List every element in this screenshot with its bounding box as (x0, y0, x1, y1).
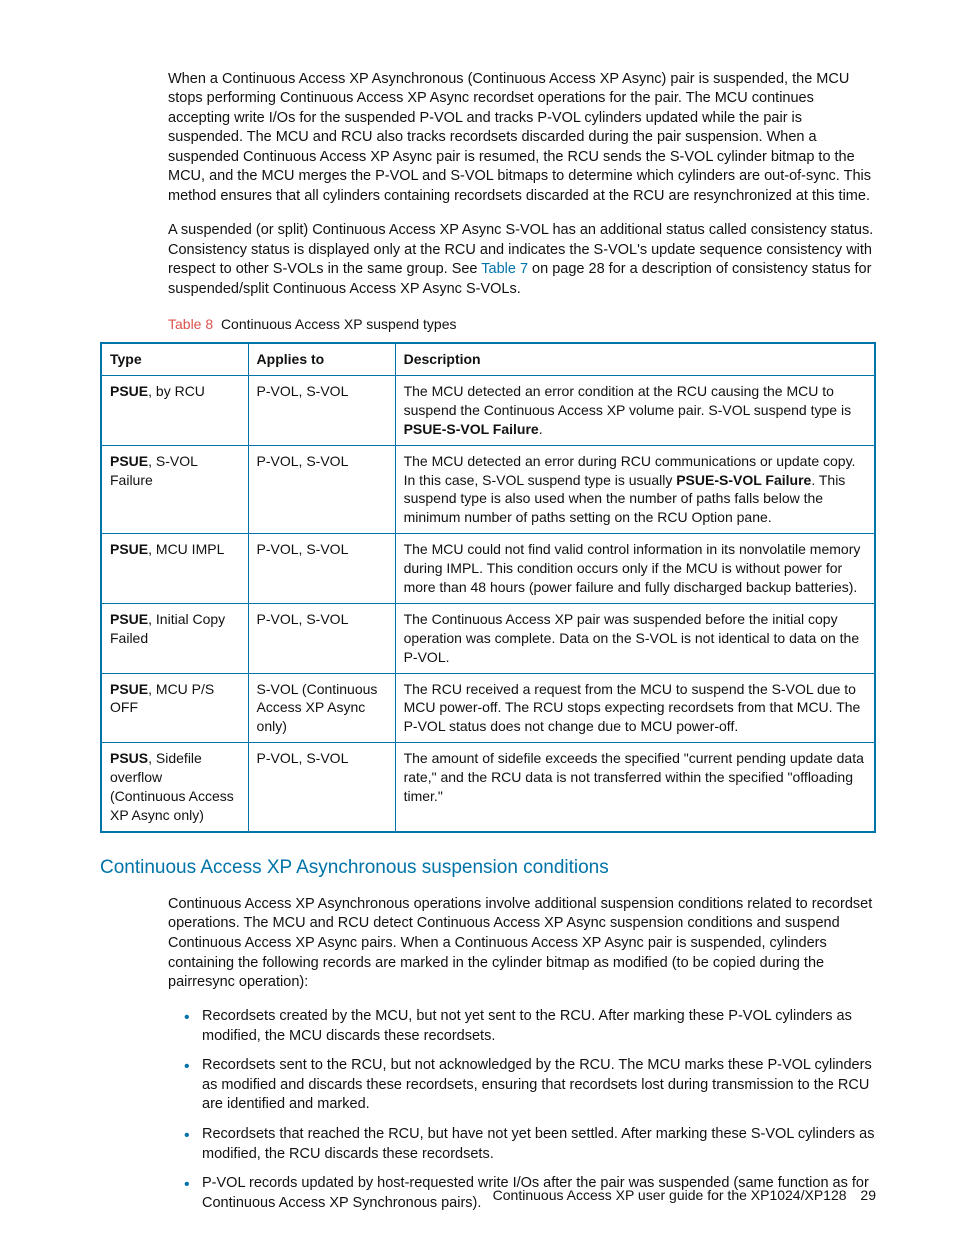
page-footer: Continuous Access XP user guide for the … (493, 1186, 876, 1205)
cell-desc: The Continuous Access XP pair was suspen… (395, 603, 875, 673)
cell-applies: P-VOL, S-VOL (248, 743, 395, 832)
page-number: 29 (860, 1187, 876, 1203)
cell-applies: P-VOL, S-VOL (248, 375, 395, 445)
cell-type: PSUE, Initial Copy Failed (101, 603, 248, 673)
col-description: Description (395, 343, 875, 375)
desc-pre: The MCU detected an error condition at t… (404, 383, 851, 418)
desc-bold: PSUE-S-VOL Failure (404, 421, 539, 437)
page-container: When a Continuous Access XP Asynchronous… (0, 0, 954, 1235)
type-rest: , MCU IMPL (148, 541, 224, 557)
cell-applies: P-VOL, S-VOL (248, 534, 395, 604)
table-8-label: Table 8 (168, 316, 213, 332)
table-header-row: Type Applies to Description (101, 343, 875, 375)
cell-type: PSUE, MCU IMPL (101, 534, 248, 604)
desc-post: . (539, 421, 543, 437)
paragraph-2: A suspended (or split) Continuous Access… (168, 221, 876, 299)
list-item: Recordsets created by the MCU, but not y… (188, 1007, 876, 1046)
table-row: PSUE, S-VOL Failure P-VOL, S-VOL The MCU… (101, 445, 875, 534)
table-8-title: Continuous Access XP suspend types (221, 316, 457, 332)
desc-bold: PSUE-S-VOL Failure (676, 472, 811, 488)
type-bold: PSUE (110, 541, 148, 557)
type-rest: , by RCU (148, 383, 205, 399)
paragraph-3: Continuous Access XP Asynchronous operat… (168, 895, 876, 993)
table-7-link[interactable]: Table 7 (481, 261, 528, 277)
cell-desc: The amount of sidefile exceeds the speci… (395, 743, 875, 832)
type-bold: PSUE (110, 611, 148, 627)
type-bold: PSUE (110, 453, 148, 469)
col-applies: Applies to (248, 343, 395, 375)
cell-applies: P-VOL, S-VOL (248, 445, 395, 534)
table-8-caption: Table 8 Continuous Access XP suspend typ… (168, 315, 876, 334)
desc-pre: The Continuous Access XP pair was suspen… (404, 611, 860, 665)
desc-pre: The amount of sidefile exceeds the speci… (404, 750, 864, 804)
table-row: PSUE, MCU IMPL P-VOL, S-VOL The MCU coul… (101, 534, 875, 604)
cell-type: PSUE, by RCU (101, 375, 248, 445)
cell-type: PSUS, Sidefile overflow (Continuous Acce… (101, 743, 248, 832)
cell-desc: The MCU detected an error condition at t… (395, 375, 875, 445)
desc-pre: The MCU could not find valid control inf… (404, 541, 861, 595)
type-bold: PSUS (110, 750, 148, 766)
footer-title: Continuous Access XP user guide for the … (493, 1187, 847, 1203)
table-row: PSUE, by RCU P-VOL, S-VOL The MCU detect… (101, 375, 875, 445)
cell-applies: S-VOL (Continuous Access XP Async only) (248, 673, 395, 743)
list-item: Recordsets sent to the RCU, but not ackn… (188, 1056, 876, 1115)
table-row: PSUS, Sidefile overflow (Continuous Acce… (101, 743, 875, 832)
section-heading-suspension-conditions: Continuous Access XP Asynchronous suspen… (100, 855, 876, 881)
col-type: Type (101, 343, 248, 375)
cell-desc: The RCU received a request from the MCU … (395, 673, 875, 743)
suspend-types-table: Type Applies to Description PSUE, by RCU… (100, 342, 876, 833)
table-row: PSUE, Initial Copy Failed P-VOL, S-VOL T… (101, 603, 875, 673)
list-item: Recordsets that reached the RCU, but hav… (188, 1125, 876, 1164)
desc-pre: The RCU received a request from the MCU … (404, 681, 861, 735)
cell-type: PSUE, S-VOL Failure (101, 445, 248, 534)
cell-desc: The MCU could not find valid control inf… (395, 534, 875, 604)
cell-type: PSUE, MCU P/S OFF (101, 673, 248, 743)
paragraph-1: When a Continuous Access XP Asynchronous… (168, 70, 876, 207)
table-row: PSUE, MCU P/S OFF S-VOL (Continuous Acce… (101, 673, 875, 743)
type-bold: PSUE (110, 681, 148, 697)
cell-applies: P-VOL, S-VOL (248, 603, 395, 673)
cell-desc: The MCU detected an error during RCU com… (395, 445, 875, 534)
bullet-list: Recordsets created by the MCU, but not y… (168, 1007, 876, 1213)
type-bold: PSUE (110, 383, 148, 399)
